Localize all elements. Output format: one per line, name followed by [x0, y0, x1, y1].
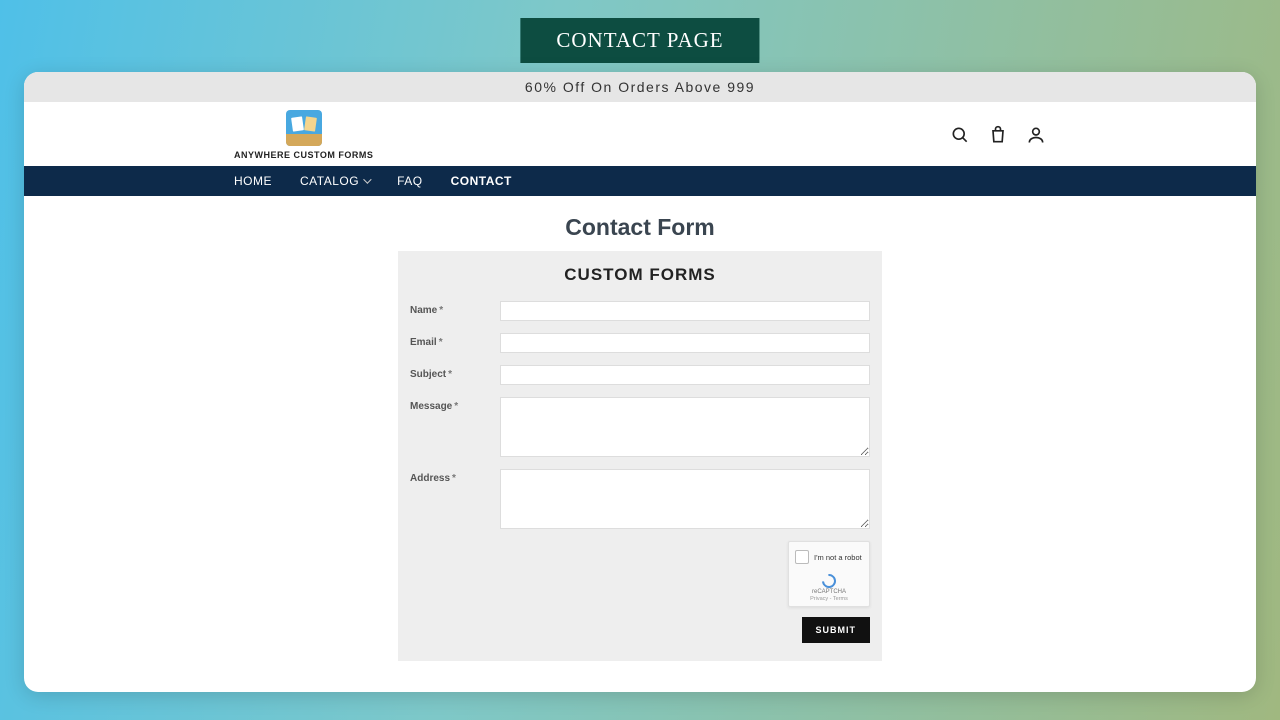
recaptcha-widget[interactable]: I'm not a robot reCAPTCHA Privacy - Term…	[788, 541, 870, 607]
field-label: Message*	[410, 397, 500, 412]
recaptcha-logo-icon	[822, 574, 836, 588]
submit-button[interactable]: SUBMIT	[802, 617, 871, 643]
required-mark: *	[439, 305, 443, 316]
field-row-email: Email*	[410, 333, 870, 353]
field-row-subject: Subject*	[410, 365, 870, 385]
nav-label: FAQ	[397, 174, 423, 188]
page-ribbon: CONTACT PAGE	[520, 18, 759, 63]
address-input[interactable]	[500, 469, 870, 529]
message-input[interactable]	[500, 397, 870, 457]
bag-icon[interactable]	[988, 125, 1008, 145]
app-card: 60% Off On Orders Above 999 ANYWHERE CUS…	[24, 72, 1256, 692]
recaptcha-label: I'm not a robot	[814, 553, 862, 562]
site-header: ANYWHERE CUSTOM FORMS	[24, 102, 1256, 166]
required-mark: *	[452, 473, 456, 484]
subject-input[interactable]	[500, 365, 870, 385]
field-label: Email*	[410, 333, 500, 348]
field-label: Name*	[410, 301, 500, 316]
promo-text: 60% Off On Orders Above 999	[525, 79, 755, 95]
contact-form-panel: CUSTOM FORMS Name* Email* Subject* Messa…	[398, 251, 882, 661]
main-nav: HOME CATALOG FAQ CONTACT	[24, 166, 1256, 196]
field-row-message: Message*	[410, 397, 870, 457]
ribbon-title: CONTACT PAGE	[556, 28, 723, 52]
field-row-name: Name*	[410, 301, 870, 321]
field-label: Subject*	[410, 365, 500, 380]
header-icons	[950, 125, 1046, 145]
logo[interactable]: ANYWHERE CUSTOM FORMS	[234, 110, 373, 160]
captcha-row: I'm not a robot reCAPTCHA Privacy - Term…	[410, 541, 870, 607]
search-icon[interactable]	[950, 125, 970, 145]
nav-catalog[interactable]: CATALOG	[300, 174, 369, 188]
required-mark: *	[454, 401, 458, 412]
logo-text: ANYWHERE CUSTOM FORMS	[234, 150, 373, 160]
nav-home[interactable]: HOME	[234, 174, 272, 188]
field-label: Address*	[410, 469, 500, 484]
required-mark: *	[439, 337, 443, 348]
recaptcha-links[interactable]: Privacy - Terms	[795, 596, 863, 602]
nav-contact[interactable]: CONTACT	[451, 174, 512, 188]
name-input[interactable]	[500, 301, 870, 321]
recaptcha-checkbox[interactable]	[795, 550, 809, 564]
email-input[interactable]	[500, 333, 870, 353]
field-row-address: Address*	[410, 469, 870, 529]
chevron-down-icon	[363, 175, 371, 183]
required-mark: *	[448, 369, 452, 380]
nav-label: CATALOG	[300, 174, 359, 188]
form-heading: CUSTOM FORMS	[410, 265, 870, 285]
user-icon[interactable]	[1026, 125, 1046, 145]
submit-row: SUBMIT	[410, 617, 870, 643]
logo-icon	[286, 110, 322, 146]
nav-faq[interactable]: FAQ	[397, 174, 423, 188]
nav-label: HOME	[234, 174, 272, 188]
page-title: Contact Form	[24, 214, 1256, 241]
promo-bar: 60% Off On Orders Above 999	[24, 72, 1256, 102]
recaptcha-brand: reCAPTCHA	[795, 589, 863, 595]
nav-label: CONTACT	[451, 174, 512, 188]
